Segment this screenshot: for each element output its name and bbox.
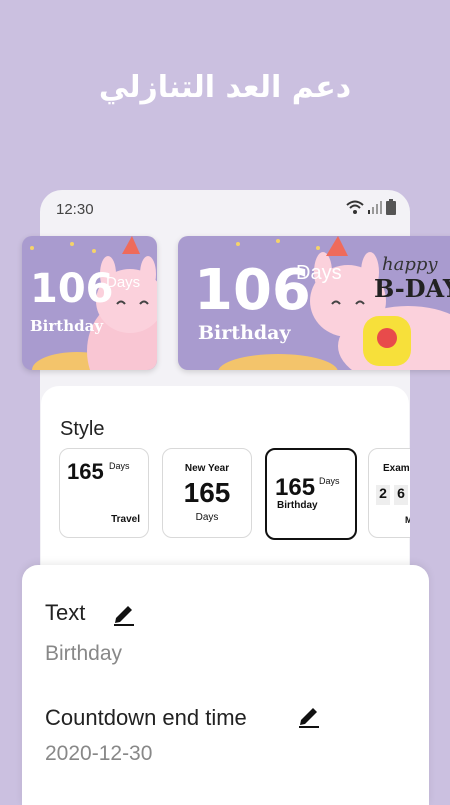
style-option-travel[interactable]: 165 Days Travel	[59, 448, 149, 538]
option-label: Birthday	[277, 500, 318, 511]
option-top-label: Exam	[383, 463, 410, 474]
style-option-exam[interactable]: Exam 2 6 M	[368, 448, 410, 538]
style-option-birthday[interactable]: 165 Days Birthday	[265, 448, 357, 540]
style-section-title: Style	[60, 418, 105, 440]
widget-small-number: 106	[30, 266, 114, 312]
option-top-label: New Year	[184, 463, 230, 474]
status-bar: 12:30	[56, 199, 396, 221]
option-unit: Days	[195, 512, 219, 523]
option-label: Travel	[111, 514, 140, 525]
pencil-icon[interactable]	[112, 600, 136, 626]
pencil-icon[interactable]	[297, 702, 321, 728]
style-option-new-year[interactable]: New Year 165 Days	[162, 448, 252, 538]
widget-large-label: Birthday	[198, 322, 291, 344]
status-time: 12:30	[56, 201, 94, 218]
text-field-value[interactable]: Birthday	[45, 642, 122, 666]
widget-large-number: 106	[194, 258, 311, 323]
happy-text: happy	[382, 254, 438, 275]
battery-icon	[386, 199, 396, 215]
widget-small-unit: Days	[106, 274, 141, 291]
widget-small-label: Birthday	[30, 317, 104, 335]
option-number: 165	[275, 474, 316, 501]
option-unit: Days	[319, 476, 340, 486]
end-time-value[interactable]: 2020-12-30	[45, 742, 152, 766]
option-number: 165	[183, 477, 231, 508]
signal-icon	[368, 201, 382, 214]
option-number: 165	[67, 459, 104, 484]
style-option-exam-clip: Exam 2 6 M	[368, 448, 410, 538]
option-unit: Days	[109, 461, 130, 471]
widget-small-preview[interactable]: 106 Days Birthday	[22, 236, 157, 370]
widget-large-preview[interactable]: 106 Days Birthday happy B-DAY	[178, 236, 450, 370]
bday-text: B-DAY	[374, 274, 450, 303]
option-digit: 6	[394, 485, 408, 505]
text-field-label: Text	[45, 600, 86, 625]
page-headline: دعم العد التنازلي	[98, 70, 352, 105]
option-digit: 2	[376, 485, 390, 505]
widget-large-unit: Days	[296, 262, 342, 284]
wifi-icon	[346, 200, 364, 214]
end-time-label: Countdown end time	[45, 705, 247, 730]
status-icons	[346, 199, 396, 215]
option-unit: M	[405, 515, 410, 525]
